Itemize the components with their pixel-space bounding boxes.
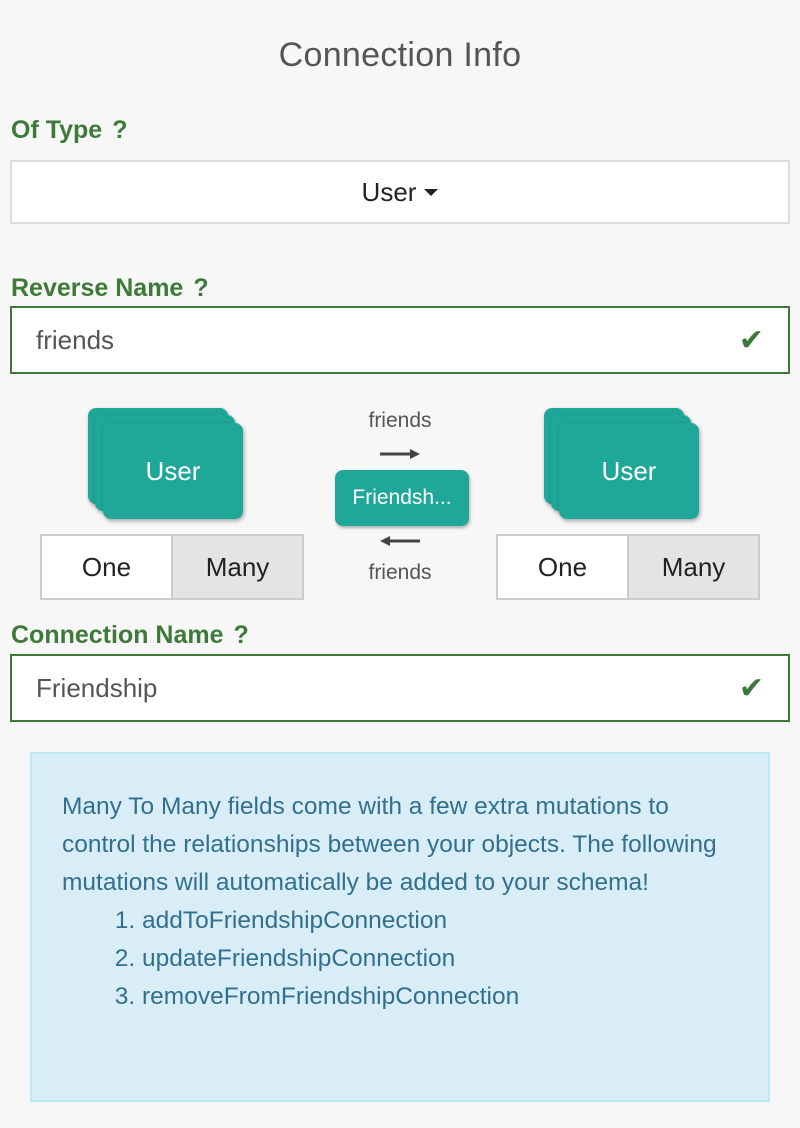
connection-name-field: ✔ xyxy=(10,654,790,722)
left-cardinality-toggle: One Many xyxy=(40,534,304,600)
reverse-name-field: ✔ xyxy=(10,306,790,374)
list-item: addToFriendshipConnection xyxy=(142,902,738,940)
connection-name-label: Connection Name? xyxy=(11,621,249,650)
connection-info-panel: Connection Info Of Type? User Reverse Na… xyxy=(0,0,800,1128)
connection-name-input[interactable] xyxy=(36,672,739,704)
forward-relation-label: friends xyxy=(368,409,432,432)
of-type-help-icon[interactable]: ? xyxy=(112,116,127,144)
type-dropdown-value: User xyxy=(361,176,417,207)
list-item: removeFromFriendshipConnection xyxy=(142,978,738,1016)
left-many-button[interactable]: Many xyxy=(171,536,302,598)
info-text: Many To Many fields come with a few extr… xyxy=(62,793,717,896)
right-type-card-stack: User xyxy=(544,408,704,519)
backward-relation-label: friends xyxy=(368,561,432,584)
caret-down-icon xyxy=(424,188,439,196)
type-dropdown[interactable]: User xyxy=(10,160,790,224)
reverse-name-label: Reverse Name? xyxy=(11,274,209,303)
connection-node: Friendsh... xyxy=(335,470,469,526)
connection-name-label-text: Connection Name xyxy=(11,621,224,649)
left-one-button[interactable]: One xyxy=(42,536,171,598)
left-type-card: User xyxy=(103,423,243,519)
right-cardinality-toggle: One Many xyxy=(496,534,760,600)
reverse-name-label-text: Reverse Name xyxy=(11,274,184,302)
list-item: updateFriendshipConnection xyxy=(142,940,738,978)
checkmark-icon: ✔ xyxy=(738,671,764,705)
of-type-label: Of Type? xyxy=(11,116,128,145)
of-type-label-text: Of Type xyxy=(11,116,103,144)
reverse-name-help-icon[interactable]: ? xyxy=(193,274,208,302)
connection-name-help-icon[interactable]: ? xyxy=(234,621,249,649)
right-one-button[interactable]: One xyxy=(498,536,627,598)
mutation-list: addToFriendshipConnection updateFriendsh… xyxy=(142,902,738,1016)
many-to-many-info-alert: Many To Many fields come with a few extr… xyxy=(30,752,770,1102)
reverse-name-input[interactable] xyxy=(36,324,739,356)
arrow-left-icon xyxy=(380,536,420,546)
page-title: Connection Info xyxy=(278,36,522,74)
checkmark-icon: ✔ xyxy=(738,323,764,357)
arrow-right-icon xyxy=(380,449,420,459)
left-type-card-stack: User xyxy=(88,408,248,519)
right-many-button[interactable]: Many xyxy=(627,536,758,598)
right-type-card: User xyxy=(559,423,699,519)
